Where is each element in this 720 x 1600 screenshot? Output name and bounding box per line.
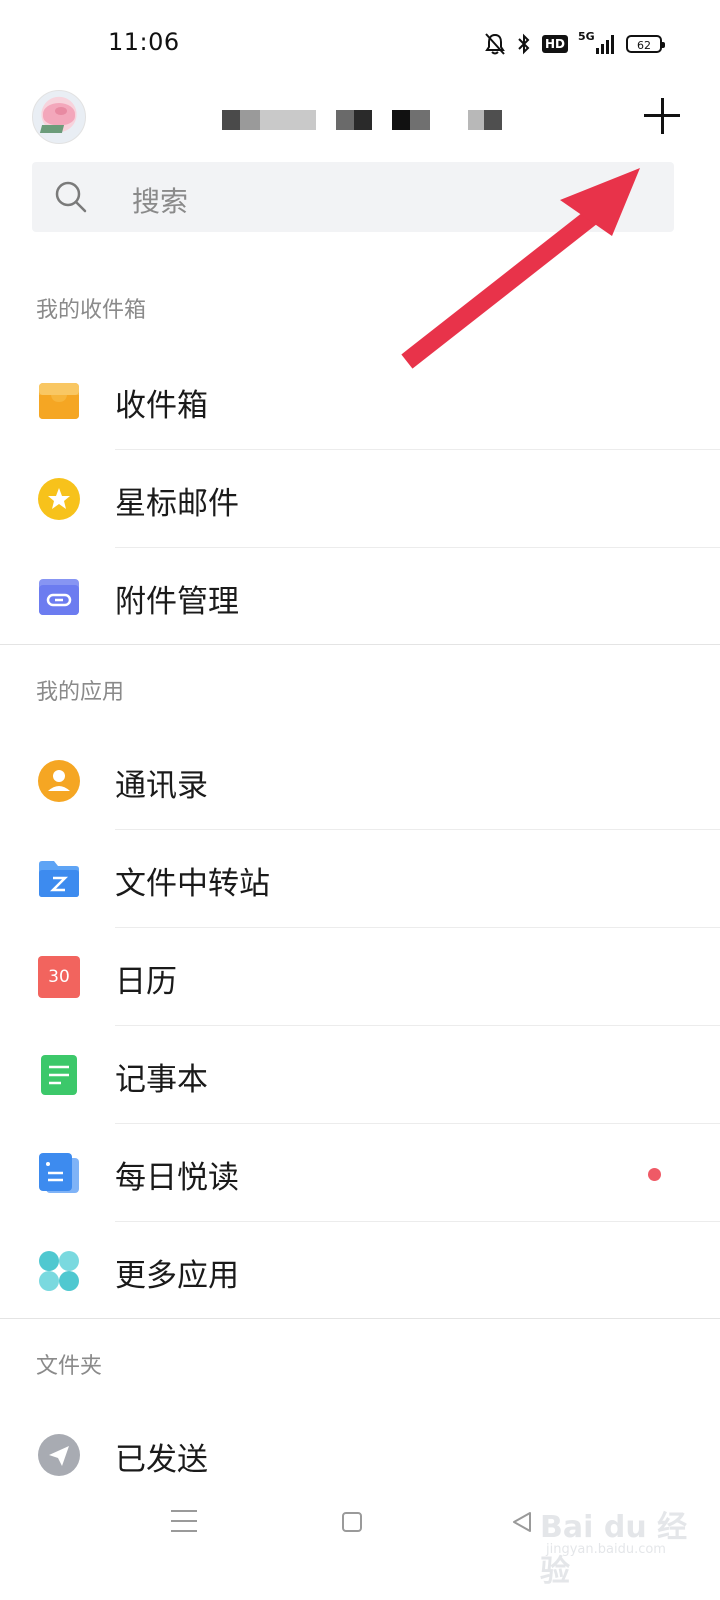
annotation-arrow-icon — [401, 168, 640, 369]
menu-item-label: 收件箱 — [115, 388, 208, 424]
watermark: Bai du 经验 jingyan.baidu.com — [540, 1510, 688, 1589]
unread-badge — [648, 1168, 661, 1181]
attachment-icon — [39, 579, 79, 615]
section-divider — [0, 1318, 720, 1319]
sent-icon — [38, 1434, 80, 1476]
menu-item-label: 文件中转站 — [115, 866, 270, 902]
reading-icon — [39, 1153, 79, 1193]
menu-item-label: 每日悦读 — [115, 1160, 239, 1196]
section-title-folders: 文件夹 — [36, 1354, 103, 1379]
search-placeholder: 搜索 — [132, 185, 189, 218]
menu-item-contacts[interactable]: 通讯录 — [0, 732, 720, 830]
menu-item-label: 星标邮件 — [115, 486, 239, 522]
inbox-icon — [39, 383, 79, 419]
folder-icon — [39, 861, 79, 897]
menu-item-inbox[interactable]: 收件箱 — [0, 352, 720, 450]
more-apps-icon — [39, 1251, 79, 1291]
menu-item-label: 通讯录 — [115, 768, 208, 804]
star-icon — [38, 478, 80, 520]
status-bar: 11:06 HD 5G 62 — [0, 0, 720, 80]
recent-apps-icon[interactable] — [171, 1510, 197, 1534]
bluetooth-icon — [518, 33, 530, 55]
account-name-masked[interactable] — [222, 110, 502, 130]
battery-icon: 62 — [626, 35, 665, 53]
menu-item-label: 记事本 — [115, 1062, 208, 1098]
hd-icon: HD — [541, 35, 568, 53]
status-icons: HD 5G 62 — [484, 30, 665, 58]
section-divider — [0, 644, 720, 645]
signal-5g-icon: 5G — [578, 30, 616, 56]
back-icon[interactable] — [510, 1510, 534, 1534]
section-title-inbox: 我的收件箱 — [36, 298, 147, 323]
menu-item-calendar[interactable]: 30 日历 — [0, 928, 720, 1026]
notebook-icon — [41, 1055, 77, 1095]
menu-item-label: 附件管理 — [115, 584, 239, 620]
menu-item-label: 日历 — [115, 964, 177, 1000]
contacts-icon — [38, 760, 80, 802]
menu-item-label: 已发送 — [115, 1442, 208, 1478]
menu-item-starred[interactable]: 星标邮件 — [0, 450, 720, 548]
search-icon — [55, 181, 87, 213]
home-icon[interactable] — [342, 1512, 362, 1532]
avatar[interactable] — [32, 90, 86, 144]
status-time: 11:06 — [108, 28, 180, 56]
section-title-apps: 我的应用 — [36, 680, 125, 705]
menu-item-label: 更多应用 — [115, 1258, 239, 1294]
header — [0, 80, 720, 158]
menu-item-daily-reading[interactable]: 每日悦读 — [0, 1124, 720, 1222]
menu-item-file-transfer[interactable]: 文件中转站 — [0, 830, 720, 928]
menu-item-notebook[interactable]: 记事本 — [0, 1026, 720, 1124]
menu-item-more-apps[interactable]: 更多应用 — [0, 1222, 720, 1320]
calendar-icon: 30 — [38, 956, 80, 998]
menu-item-attachments[interactable]: 附件管理 — [0, 548, 720, 646]
plus-icon[interactable] — [640, 94, 684, 138]
bell-off-icon — [485, 33, 505, 55]
